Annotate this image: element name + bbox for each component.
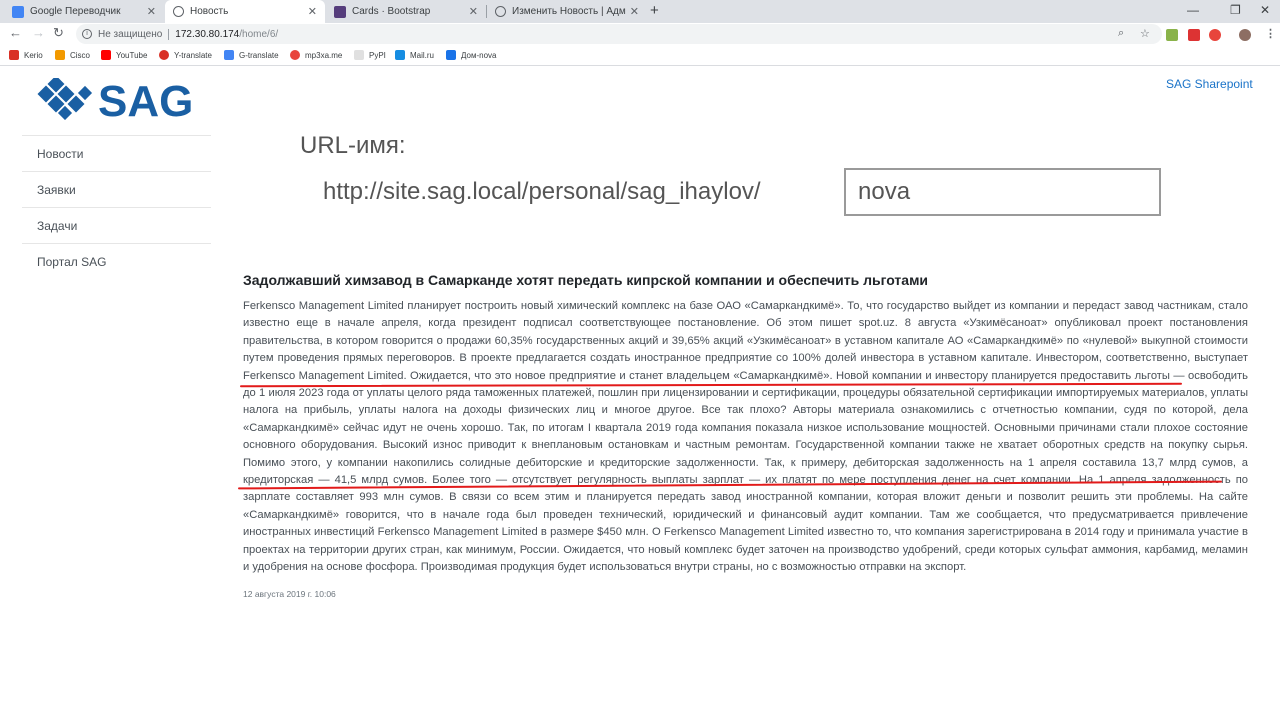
bookmark-label: Y-translate <box>174 50 212 60</box>
close-icon[interactable]: ✕ <box>469 5 478 18</box>
extension-icon[interactable] <box>1188 29 1200 41</box>
sidebar-item-requests[interactable]: Заявки <box>22 171 211 207</box>
file-icon <box>354 50 364 60</box>
bookmark-y-translate[interactable]: Y-translate <box>159 50 212 60</box>
extension-icon[interactable] <box>1166 29 1178 41</box>
bookmark-kerio[interactable]: Kerio <box>9 50 43 60</box>
tab-title: Cards · Bootstrap <box>352 6 431 17</box>
tab-title: Новость <box>190 6 229 17</box>
url-prefix: http://site.sag.local/personal/sag_ihayl… <box>323 178 761 205</box>
bookmark-label: G-translate <box>239 50 279 60</box>
close-icon[interactable]: ✕ <box>308 5 317 18</box>
bookmark-star-icon[interactable]: ☆ <box>1140 27 1150 40</box>
bookmark-label: Cisco <box>70 50 91 60</box>
security-label: Не защищено <box>98 28 163 40</box>
url-name-label: URL-имя: <box>300 132 406 159</box>
minimize-button[interactable]: — <box>1187 3 1199 17</box>
logo-diamond <box>77 85 93 101</box>
tab-google-translate[interactable]: Google Переводчик ✕ <box>4 0 164 23</box>
tab-title: Google Переводчик <box>30 6 121 17</box>
bookmark-label: mp3xa.me <box>305 50 343 60</box>
bookmark-label: Mail.ru <box>410 50 435 60</box>
url-name-input[interactable] <box>844 168 1161 216</box>
bookmark-label: Дом-nova <box>461 50 497 60</box>
maximize-button[interactable]: ❐ <box>1230 3 1241 17</box>
back-button[interactable]: ← <box>9 25 22 40</box>
mail-icon <box>395 50 405 60</box>
browser-toolbar: ← → ↻ i Не защищено 172.30.80.174 /home/… <box>0 23 1280 45</box>
tab-bootstrap-cards[interactable]: Cards · Bootstrap ✕ <box>326 0 486 23</box>
bookmark-pypi[interactable]: PyPI <box>354 50 386 60</box>
reload-button[interactable]: ↻ <box>53 25 64 41</box>
bootstrap-icon <box>334 5 346 18</box>
bookmark-mailru[interactable]: Mail.ru <box>395 50 434 60</box>
globe-icon <box>173 6 184 17</box>
kerio-icon <box>9 50 19 60</box>
close-icon[interactable]: ✕ <box>147 5 156 18</box>
address-divider <box>168 28 170 40</box>
zoom-icon[interactable]: ⌕ <box>1118 27 1124 40</box>
bookmark-mp3xa[interactable]: mp3xa.me <box>290 50 342 60</box>
bookmark-g-translate[interactable]: G-translate <box>224 50 279 60</box>
bookmark-youtube[interactable]: YouTube <box>101 50 147 60</box>
article-title: Задолжавший химзавод в Самарканде хотят … <box>243 272 929 288</box>
tab-edit-news[interactable]: Изменить Новость | Администр ✕ <box>487 0 647 23</box>
bookmark-label: Kerio <box>24 50 43 60</box>
address-host: 172.30.80.174 <box>175 28 240 40</box>
bookmarks-bar: Kerio Cisco YouTube Y-translate G-transl… <box>0 45 1280 66</box>
article-date: 12 августа 2019 г. 10:06 <box>243 588 336 599</box>
info-icon[interactable]: i <box>82 29 92 39</box>
avatar[interactable] <box>1239 29 1251 41</box>
google-translate-icon <box>12 5 24 18</box>
bookmark-dom-nova[interactable]: Дом-nova <box>446 50 496 60</box>
bookmark-cisco[interactable]: Cisco <box>55 50 90 60</box>
sidebar: Новости Заявки Задачи Портал SAG <box>22 135 211 279</box>
sidebar-item-portal[interactable]: Портал SAG <box>22 243 211 279</box>
address-path: /home/6/ <box>239 28 279 40</box>
bookmark-label: YouTube <box>116 50 148 60</box>
close-icon[interactable]: ✕ <box>630 5 639 18</box>
tab-title: Изменить Новость | Администр <box>512 6 626 17</box>
menu-icon[interactable]: ⋮ <box>1265 27 1276 40</box>
sharepoint-link[interactable]: SAG Sharepoint <box>1166 77 1253 91</box>
google-translate-icon <box>224 50 234 60</box>
url-name-panel: URL-имя: http://site.sag.local/personal/… <box>298 130 1168 225</box>
address-bar[interactable]: i Не защищено 172.30.80.174 /home/6/ <box>76 24 1162 44</box>
cisco-icon <box>55 50 65 60</box>
new-tab-button[interactable]: + <box>650 2 659 19</box>
youtube-icon <box>101 50 111 60</box>
forward-button[interactable]: → <box>32 25 45 40</box>
tab-news[interactable]: Новость ✕ <box>165 0 325 23</box>
globe-icon <box>495 6 506 17</box>
logo-text: SAG <box>98 78 193 120</box>
translate-icon <box>159 50 169 60</box>
sharepoint-icon <box>446 50 456 60</box>
sag-logo[interactable]: SAG <box>36 78 198 120</box>
article-body: Ferkensco Management Limited планирует п… <box>243 300 1248 574</box>
bookmark-label: PyPI <box>369 50 386 60</box>
music-extension-icon[interactable] <box>1209 29 1221 41</box>
tab-strip: Google Переводчик ✕ Новость ✕ Cards · Bo… <box>0 0 1280 23</box>
close-window-button[interactable]: ✕ <box>1260 3 1270 17</box>
news-article: Задолжавший химзавод в Самарканде хотят … <box>243 272 1248 599</box>
music-icon <box>290 50 300 60</box>
sidebar-item-news[interactable]: Новости <box>22 135 211 171</box>
sidebar-item-tasks[interactable]: Задачи <box>22 207 211 243</box>
